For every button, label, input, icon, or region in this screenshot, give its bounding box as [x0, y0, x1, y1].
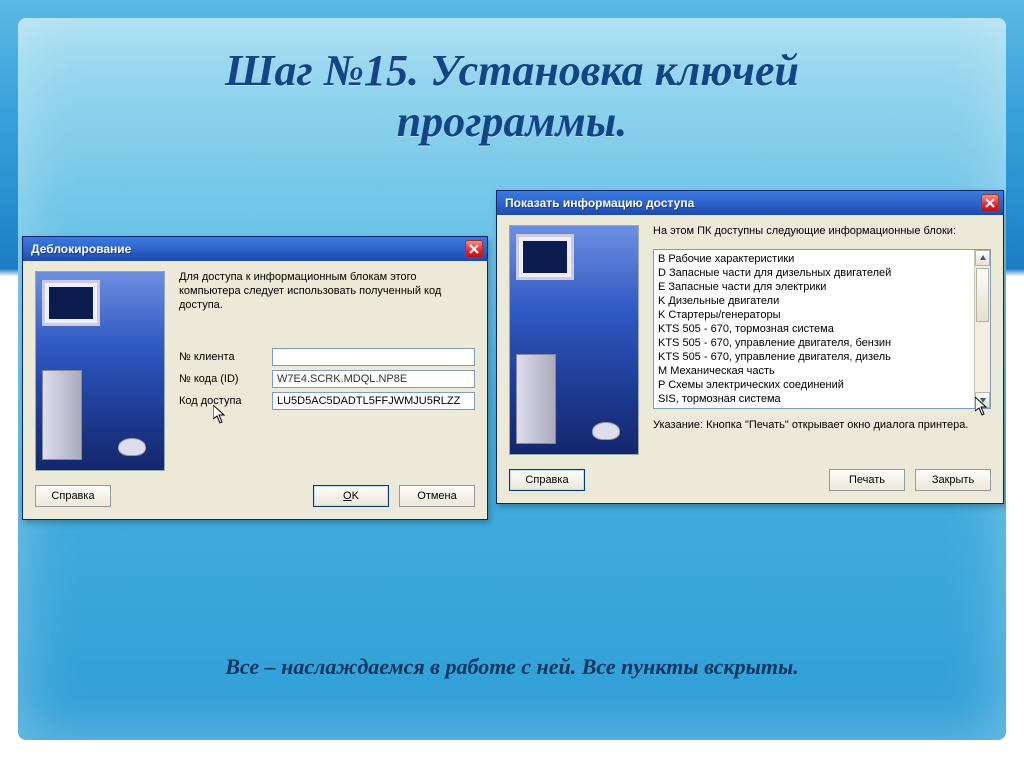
scroll-up-icon[interactable]	[975, 250, 990, 266]
dialog-deblock-content: Для доступа к информационным блокам этог…	[179, 271, 475, 471]
dialog-access-content: На этом ПК доступны следующие информацио…	[653, 225, 991, 455]
list-item[interactable]: P Схемы электрических соединений	[658, 378, 972, 392]
hint-label: Указание:	[653, 419, 703, 431]
print-button[interactable]: Печать	[829, 469, 905, 491]
close-icon[interactable]	[981, 194, 999, 212]
dialog-access-info: Показать информацию доступа На этом ПК д…	[496, 190, 1004, 504]
dialog-access-body: На этом ПК доступны следующие информацио…	[497, 215, 1003, 465]
computer-illustration	[35, 271, 165, 471]
monitor-icon	[516, 234, 574, 280]
access-intro: На этом ПК доступны следующие информацио…	[653, 225, 991, 239]
list-item[interactable]: K Стартеры/генераторы	[658, 308, 972, 322]
dialog-access-titlebar[interactable]: Показать информацию доступа	[497, 191, 1003, 215]
mouse-icon	[118, 438, 146, 456]
tower-icon	[42, 370, 82, 460]
slide: Шаг №15. Установка ключей программы. Деб…	[0, 0, 1024, 768]
close-button[interactable]: Закрыть	[915, 469, 991, 491]
hint-text: Кнопка "Печать" открывает окно диалога п…	[706, 419, 968, 431]
ok-button[interactable]: OOKK	[313, 485, 389, 507]
list-item[interactable]: M Механическая часть	[658, 364, 972, 378]
code-id-input[interactable]	[272, 370, 475, 388]
label-access-code: Код доступа	[179, 395, 264, 407]
cancel-button[interactable]: Отмена	[399, 485, 475, 507]
list-item[interactable]: KTS 505 - 670, управление двигателя, бен…	[658, 336, 972, 350]
dialog-deblock-titlebar[interactable]: Деблокирование	[23, 237, 487, 261]
dialog-deblock: Деблокирование Для доступа к информацион…	[22, 236, 488, 520]
hint-line: Указание: Кнопка "Печать" открывает окно…	[653, 419, 991, 431]
title-line1: Шаг №15. Установка ключей	[225, 46, 799, 95]
list-item[interactable]: SIS, тормозная система	[658, 392, 972, 406]
list-item[interactable]: K Дизельные двигатели	[658, 294, 972, 308]
dialog-deblock-title: Деблокирование	[31, 242, 465, 256]
mouse-icon	[592, 422, 620, 440]
dialog-deblock-footer: Справка OOKK Отмена	[23, 481, 487, 519]
slide-caption: Все – наслаждаемся в работе с ней. Все п…	[18, 654, 1006, 680]
dialog-access-footer: Справка Печать Закрыть	[497, 465, 1003, 503]
scroll-track[interactable]	[975, 266, 990, 392]
list-item[interactable]: KTS 505 - 670, управление двигателя, диз…	[658, 350, 972, 364]
computer-illustration	[509, 225, 639, 455]
list-item[interactable]: KTS 505 - 670, тормозная система	[658, 322, 972, 336]
deblock-intro: Для доступа к информационным блокам этог…	[179, 271, 475, 312]
slide-inner: Шаг №15. Установка ключей программы. Деб…	[18, 18, 1006, 740]
list-item[interactable]: E Запасные части для электрики	[658, 280, 972, 294]
scroll-thumb[interactable]	[976, 268, 989, 322]
access-listbox[interactable]: B Рабочие характеристикиD Запасные части…	[653, 249, 991, 409]
help-button[interactable]: Справка	[509, 469, 585, 491]
dialog-access-title: Показать информацию доступа	[505, 196, 981, 210]
close-icon[interactable]	[465, 240, 483, 258]
list-item[interactable]: D Запасные части для дизельных двигателе…	[658, 266, 972, 280]
scroll-down-icon[interactable]	[975, 392, 990, 408]
client-no-input[interactable]	[272, 348, 475, 366]
slide-title: Шаг №15. Установка ключей программы.	[18, 18, 1006, 147]
tower-icon	[516, 354, 556, 444]
access-code-input[interactable]	[272, 392, 475, 410]
dialog-deblock-body: Для доступа к информационным блокам этог…	[23, 261, 487, 481]
list-item[interactable]: B Рабочие характеристики	[658, 252, 972, 266]
list-item[interactable]: SIS, управление двигателя, бензин	[658, 406, 972, 409]
label-code-id: № кода (ID)	[179, 373, 264, 385]
title-line2: программы.	[397, 97, 628, 146]
label-client-no: № клиента	[179, 351, 264, 363]
help-button[interactable]: Справка	[35, 485, 111, 507]
monitor-icon	[42, 280, 100, 326]
scrollbar[interactable]	[974, 250, 990, 408]
